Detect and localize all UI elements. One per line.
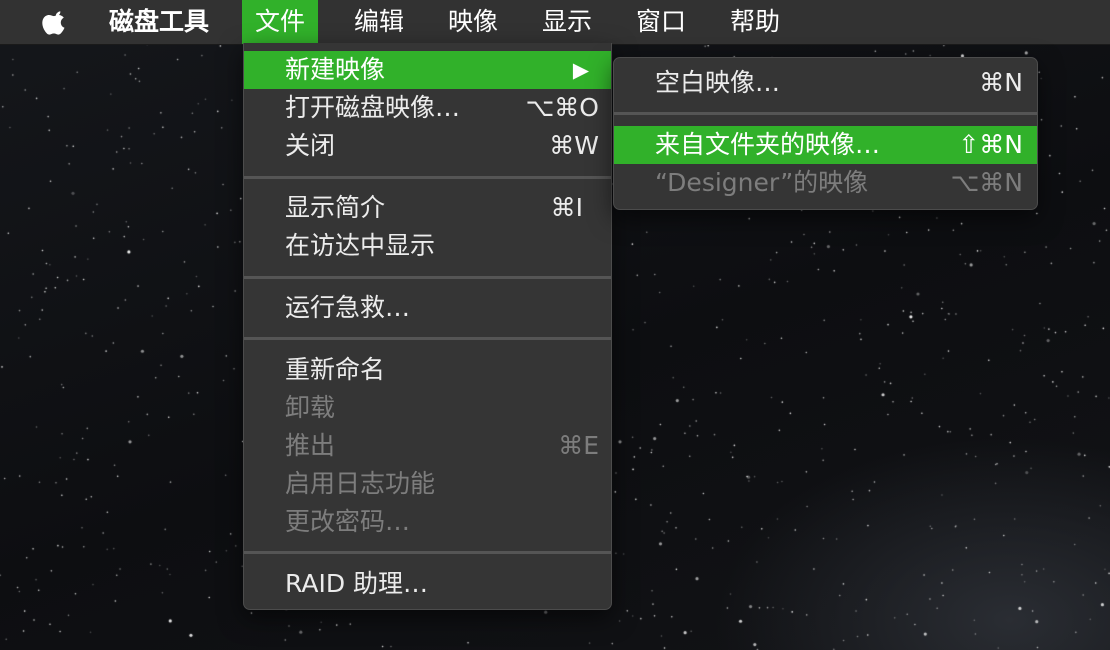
menu-item-close[interactable]: 关闭 ⌘W (244, 127, 611, 165)
submenu-arrow-icon: ▶ (572, 58, 589, 82)
menu-separator (614, 112, 1037, 115)
menu-item-image-from-folder[interactable]: 来自文件夹的映像… ⇧⌘N (614, 126, 1037, 164)
menu-item-raid-assistant[interactable]: RAID 助理… (244, 565, 611, 603)
menu-item-image-from-designer: “Designer”的映像 ⌥⌘N (614, 164, 1037, 202)
menu-item-label: “Designer”的映像 (655, 168, 869, 197)
menu-item-label: 新建映像 (285, 55, 386, 84)
menubar-item-image[interactable]: 映像 (435, 0, 511, 44)
menu-item-eject: 推出 ⌘E (244, 427, 611, 465)
menu-item-unmount: 卸载 (244, 389, 611, 427)
menu-item-label: 空白映像… (655, 68, 781, 97)
file-menu: 新建映像 ▶ 打开磁盘映像… ⌥⌘O 关闭 ⌘W 显示简介 ⌘I 在访达中显示 … (243, 43, 612, 610)
menu-separator (244, 176, 611, 179)
menu-item-label: 运行急救… (285, 293, 411, 322)
menu-bar: 磁盘工具 文件 编辑 映像 显示 窗口 帮助 (0, 0, 1110, 45)
menu-item-shortcut: ⌥⌘N (950, 168, 1023, 197)
menu-item-shortcut: ⌘E (558, 431, 599, 460)
menubar-item-edit[interactable]: 编辑 (341, 0, 417, 44)
menu-item-shortcut: ⇧⌘N (958, 130, 1023, 159)
menu-separator (244, 551, 611, 554)
menu-item-label: 来自文件夹的映像… (655, 130, 881, 159)
menu-item-label: 启用日志功能 (285, 469, 436, 498)
menu-item-get-info[interactable]: 显示简介 ⌘I (244, 189, 611, 227)
menubar-item-help[interactable]: 帮助 (717, 0, 793, 44)
menu-item-shortcut: ⌘W (549, 131, 599, 160)
menu-item-first-aid[interactable]: 运行急救… (244, 289, 611, 327)
menu-separator (244, 276, 611, 279)
menubar-app-name[interactable]: 磁盘工具 (96, 0, 222, 44)
menu-item-rename[interactable]: 重新命名 (244, 351, 611, 389)
menu-item-label: 更改密码… (285, 507, 411, 536)
menu-item-label: 在访达中显示 (285, 231, 436, 260)
menu-item-open-disk-image[interactable]: 打开磁盘映像… ⌥⌘O (244, 89, 611, 127)
new-image-submenu: 空白映像… ⌘N 来自文件夹的映像… ⇧⌘N “Designer”的映像 ⌥⌘N (613, 57, 1038, 210)
menu-item-label: 推出 (285, 431, 336, 460)
menu-item-label: 卸载 (285, 393, 336, 422)
menu-item-label: 关闭 (285, 131, 336, 160)
menu-item-label: 重新命名 (285, 355, 386, 384)
menu-item-change-password: 更改密码… (244, 503, 611, 541)
menu-item-label: 打开磁盘映像… (285, 93, 461, 122)
menu-item-label: RAID 助理… (285, 569, 429, 598)
menu-item-shortcut: ⌘N (979, 68, 1023, 97)
menu-item-label: 显示简介 (285, 193, 386, 222)
menu-item-shortcut: ⌥⌘O (525, 93, 600, 122)
menu-item-blank-image[interactable]: 空白映像… ⌘N (614, 64, 1037, 102)
menu-item-enable-journaling: 启用日志功能 (244, 465, 611, 503)
apple-logo-icon[interactable] (40, 8, 70, 36)
menubar-item-window[interactable]: 窗口 (623, 0, 699, 44)
menubar-item-view[interactable]: 显示 (529, 0, 605, 44)
menubar-item-file[interactable]: 文件 (242, 0, 319, 44)
menu-item-new-image[interactable]: 新建映像 ▶ (244, 51, 611, 89)
menu-item-show-in-finder[interactable]: 在访达中显示 (244, 227, 611, 265)
menu-separator (244, 337, 611, 340)
menu-item-shortcut: ⌘I (550, 193, 583, 222)
